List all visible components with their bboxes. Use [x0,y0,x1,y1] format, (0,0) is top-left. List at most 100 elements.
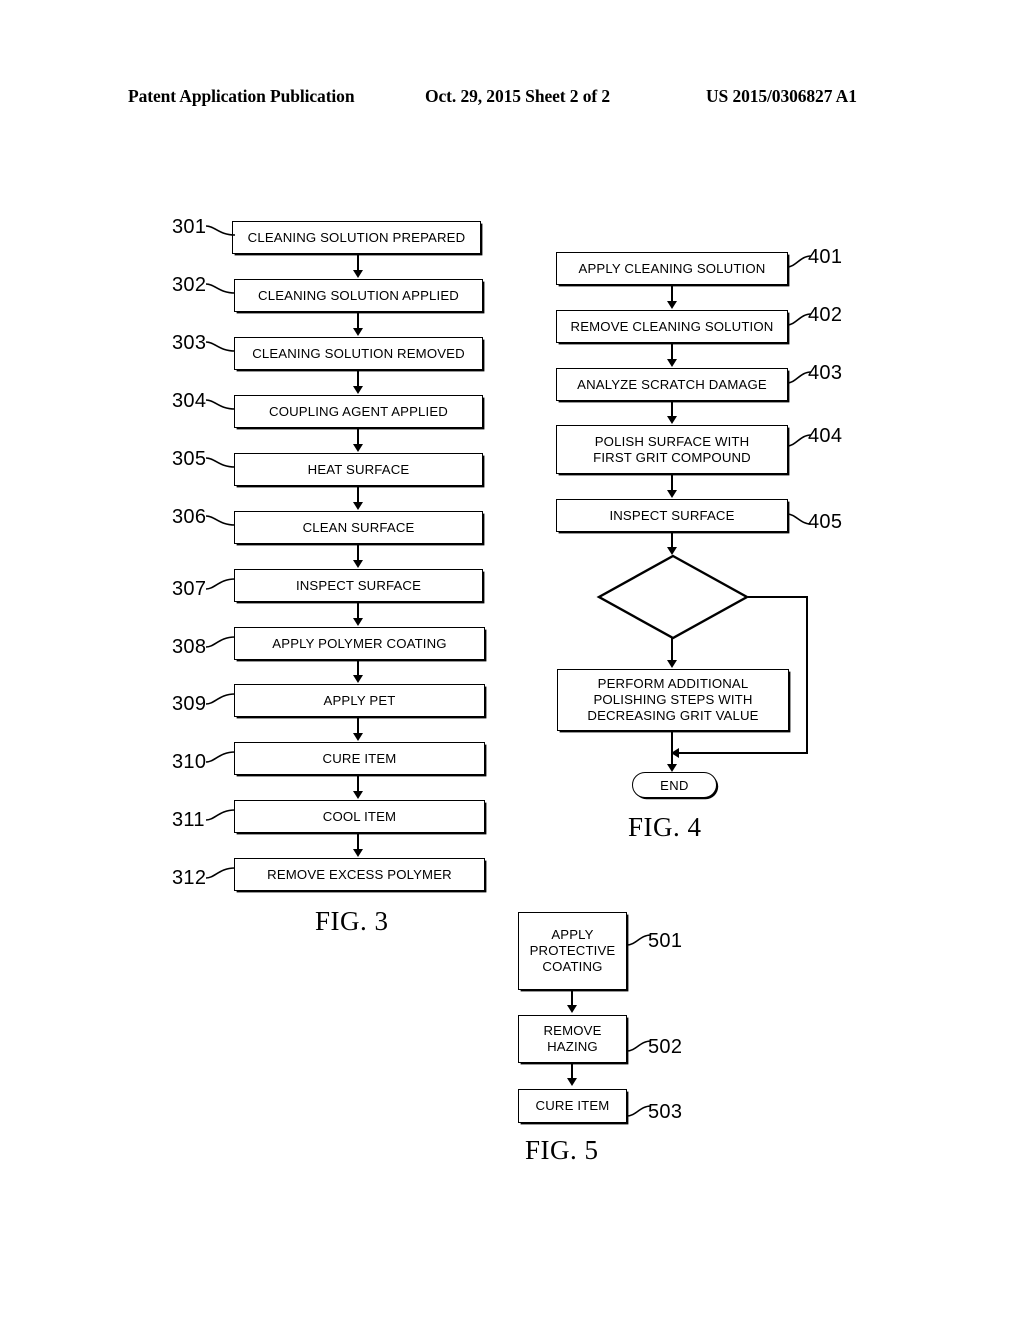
ref-label-301: 301 [172,216,207,238]
flow-box-301-label: CLEANING SOLUTION PREPARED [247,229,466,245]
ref-label-403: 403 [808,362,843,384]
flow-box-503: CURE ITEM [518,1089,627,1123]
flow-box-402: REMOVE CLEANING SOLUTION [556,310,788,343]
ref-label-306: 306 [172,506,207,528]
connector-302-303 [357,312,359,329]
flow-box-304-label: COUPLING AGENT APPLIED [269,403,448,419]
ref-label-405: 405 [808,511,843,533]
flow-box-404-label: POLISH SURFACE WITH FIRST GRIT COMPOUND [593,433,751,465]
bypass-top-segment [748,596,808,598]
lead-line-302 [205,283,236,294]
lead-line-305 [205,457,236,468]
bypass-vertical-segment [806,596,808,754]
flow-box-306: CLEAN SURFACE [234,511,483,544]
decision-diamond [596,554,750,640]
connector-301-302 [357,254,359,271]
publication-number: US 2015/0306827 A1 [706,86,857,106]
ref-label-308: 308 [172,636,207,658]
publication-date-sheet: Oct. 29, 2015 Sheet 2 of 2 [425,86,611,106]
lead-line-310 [205,751,236,763]
connector-307-308 [357,602,359,619]
connector-310-311 [357,775,359,792]
flow-box-308: APPLY POLYMER COATING [234,627,485,660]
ref-label-309: 309 [172,693,207,715]
ref-label-305: 305 [172,448,207,470]
flow-box-401: APPLY CLEANING SOLUTION [556,252,788,285]
lead-line-309 [205,693,236,705]
ref-label-304: 304 [172,390,207,412]
flow-box-303-label: CLEANING SOLUTION REMOVED [252,345,465,361]
connector-decision-loopstep [671,638,673,661]
ref-label-303: 303 [172,332,207,354]
lead-line-307 [205,578,236,590]
flow-box-310-label: CURE ITEM [322,750,397,766]
arrowhead-306-307 [353,560,363,568]
figure-5-caption: FIG. 5 [525,1135,599,1165]
connector-401-402 [671,285,673,302]
arrowhead-309-310 [353,733,363,741]
ref-label-307: 307 [172,578,207,600]
ref-label-310: 310 [172,751,207,773]
connector-502-503 [571,1063,573,1079]
flow-box-311: COOL ITEM [234,800,485,833]
connector-404-405 [671,474,673,491]
lead-line-304 [205,399,236,410]
arrowhead-307-308 [353,618,363,626]
connector-loopstep-end [671,731,673,765]
arrowhead-311-312 [353,849,363,857]
terminator-end: END [632,772,717,798]
flow-box-503-label: CURE ITEM [535,1098,610,1113]
ref-label-401: 401 [808,246,843,268]
flow-box-301: CLEANING SOLUTION PREPARED [232,221,481,254]
lead-line-311 [205,809,236,821]
ref-label-503: 503 [648,1101,683,1123]
lead-line-303 [205,341,236,352]
flow-box-402-label: REMOVE CLEANING SOLUTION [570,318,774,334]
flow-box-loop-step-label: PERFORM ADDITIONAL POLISHING STEPS WITH … [587,676,759,723]
flow-box-403: ANALYZE SCRATCH DAMAGE [556,368,788,401]
ref-label-302: 302 [172,274,207,296]
connector-303-304 [357,370,359,387]
flow-box-308-label: APPLY POLYMER COATING [272,635,447,651]
flow-box-306-label: CLEAN SURFACE [302,519,415,535]
arrowhead-305-306 [353,502,363,510]
arrowhead-502-503 [567,1078,577,1086]
flow-box-loop-step: PERFORM ADDITIONAL POLISHING STEPS WITH … [557,669,789,731]
flow-box-312-label: REMOVE EXCESS POLYMER [267,866,452,882]
figure-4-caption: FIG. 4 [628,812,702,842]
ref-label-501: 501 [648,930,683,952]
flow-box-304: COUPLING AGENT APPLIED [234,395,483,428]
ref-label-404: 404 [808,425,843,447]
arrowhead-loopstep-end [667,764,677,772]
flow-box-401-label: APPLY CLEANING SOLUTION [578,260,766,276]
flow-box-312: REMOVE EXCESS POLYMER [234,858,485,891]
arrowhead-304-305 [353,444,363,452]
flow-box-303: CLEANING SOLUTION REMOVED [234,337,483,370]
bypass-bottom-segment [678,752,808,754]
arrowhead-403-404 [667,416,677,424]
flow-box-302: CLEANING SOLUTION APPLIED [234,279,483,312]
flow-box-305-label: HEAT SURFACE [307,461,410,477]
connector-311-312 [357,833,359,850]
arrowhead-404-405 [667,490,677,498]
flow-box-311-label: COOL ITEM [322,808,397,824]
connector-405-decision [671,532,673,548]
connector-403-404 [671,401,673,417]
connector-304-305 [357,428,359,445]
flow-box-502: REMOVE HAZING [518,1015,627,1063]
lead-line-312 [205,867,236,879]
lead-line-306 [205,515,236,526]
arrowhead-310-311 [353,791,363,799]
terminator-end-label: END [660,777,689,793]
flow-box-309-label: APPLY PET [323,692,396,708]
arrowhead-501-502 [567,1005,577,1013]
arrowhead-303-304 [353,386,363,394]
flow-box-501-label: APPLY PROTECTIVE COATING [529,927,616,974]
ref-label-312: 312 [172,867,207,889]
flow-box-405: INSPECT SURFACE [556,499,788,532]
lead-line-308 [205,636,236,648]
ref-label-402: 402 [808,304,843,326]
connector-309-310 [357,717,359,734]
connector-305-306 [357,486,359,503]
flow-box-309: APPLY PET [234,684,485,717]
